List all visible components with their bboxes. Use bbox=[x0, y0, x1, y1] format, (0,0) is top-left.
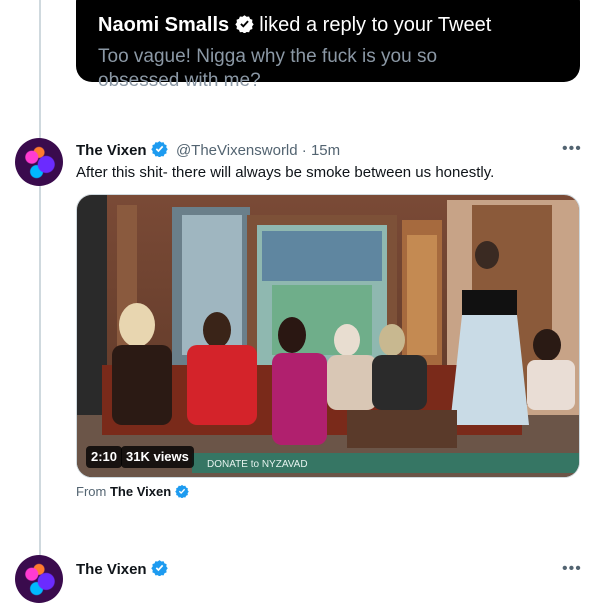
notification-action: liked a reply to your Tweet bbox=[259, 14, 492, 36]
more-horizontal-icon[interactable]: ••• bbox=[562, 561, 582, 577]
video-thumbnail: DONATE to NYZAVAD bbox=[77, 195, 579, 477]
video-views-badge: 31K views bbox=[121, 446, 194, 468]
tweet-header: The Vixen @TheVixensworld · 15m bbox=[76, 140, 340, 161]
notification-header: Naomi Smalls liked a reply to your Tweet bbox=[98, 14, 491, 39]
thread-connector-line bbox=[39, 0, 41, 576]
video-duration-badge: 2:10 bbox=[86, 446, 123, 468]
tweet-user-name[interactable]: The Vixen bbox=[76, 142, 147, 159]
next-tweet-user-name[interactable]: The Vixen bbox=[76, 561, 147, 578]
tweet-timestamp[interactable]: · 15m bbox=[302, 142, 340, 159]
video-player[interactable]: DONATE to NYZAVAD bbox=[76, 194, 580, 478]
notification-user-name[interactable]: Naomi Smalls bbox=[98, 14, 229, 36]
verified-badge-icon bbox=[151, 559, 168, 580]
more-horizontal-icon[interactable]: ••• bbox=[562, 141, 582, 157]
avatar[interactable] bbox=[15, 138, 63, 186]
from-user-name[interactable]: The Vixen bbox=[110, 484, 171, 499]
next-tweet-header: The Vixen bbox=[76, 559, 168, 580]
verified-badge-icon bbox=[235, 14, 254, 39]
video-banner-text: DONATE to NYZAVAD bbox=[207, 459, 308, 470]
avatar[interactable] bbox=[15, 555, 63, 603]
from-label: From bbox=[76, 484, 107, 499]
notification-text: Too vague! Nigga why the fuck is you so … bbox=[98, 46, 438, 91]
verified-badge-icon bbox=[151, 140, 168, 161]
tweet-text: After this shit- there will always be sm… bbox=[76, 164, 495, 181]
media-attribution: From The Vixen bbox=[76, 484, 189, 501]
tweet-handle[interactable]: @TheVixensworld bbox=[176, 142, 298, 159]
verified-badge-icon bbox=[175, 484, 189, 501]
